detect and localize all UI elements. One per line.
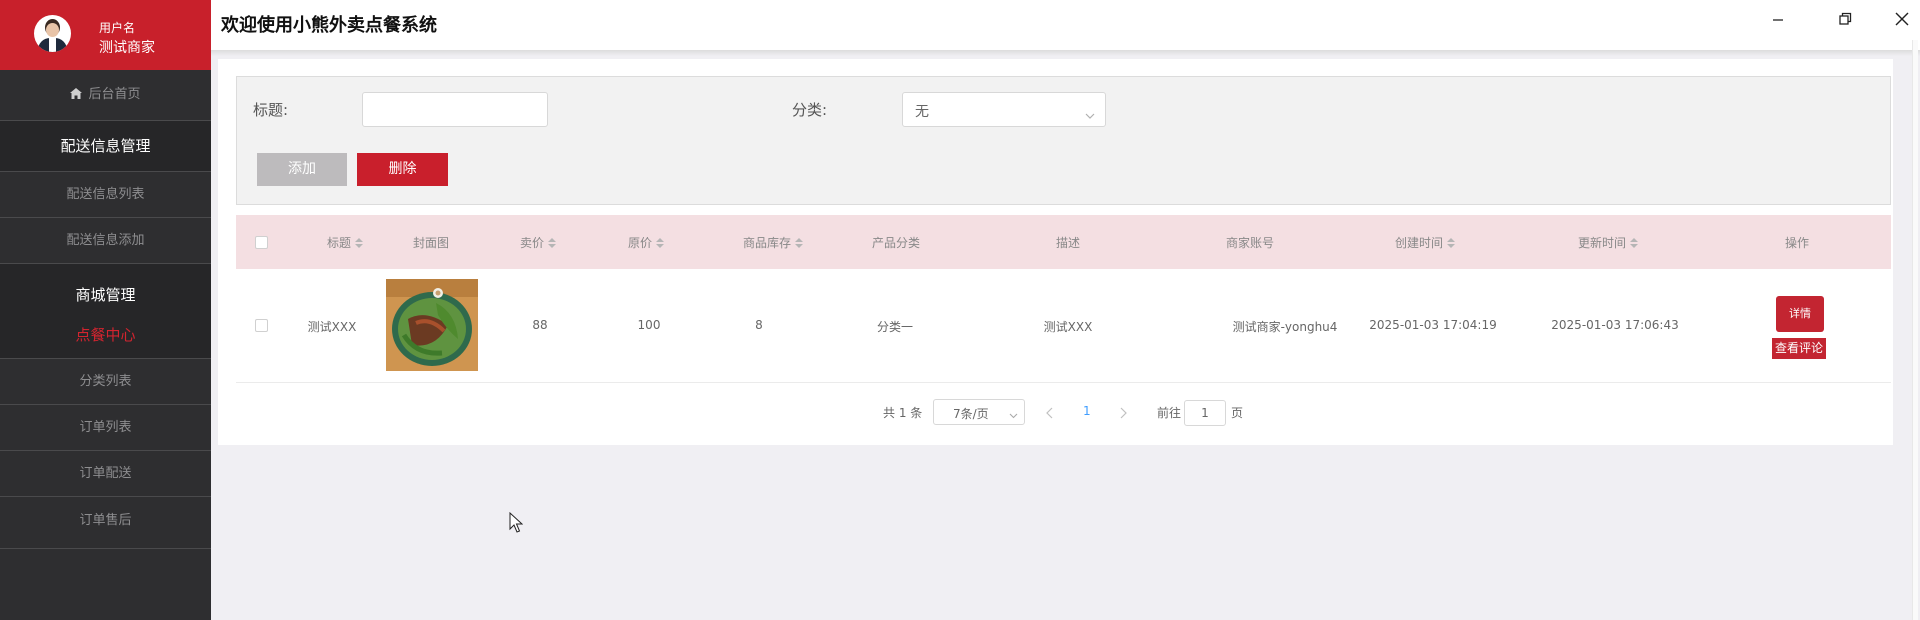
add-button[interactable]: 添加 (257, 153, 347, 186)
column-header-updated[interactable]: 更新时间 (1578, 234, 1639, 251)
chevron-down-icon (1085, 105, 1095, 124)
sidebar: 用户名 测试商家 后台首页 配送信息管理 配送信息列表 配送信息添加 商城管理 … (0, 0, 211, 620)
detail-button[interactable]: 详情 (1776, 296, 1824, 332)
category-select-value: 无 (915, 104, 929, 120)
sidebar-item-order-delivery[interactable]: 订单配送 (0, 451, 211, 497)
pagination-total: 共 1 条 (883, 406, 923, 420)
page-suffix: 页 (1231, 406, 1244, 420)
sort-icon[interactable] (548, 238, 557, 248)
column-header-description: 描述 (1055, 236, 1081, 250)
cell-description: 测试XXX (1043, 320, 1093, 334)
column-header-stock[interactable]: 商品库存 (743, 234, 804, 251)
select-all-checkbox[interactable] (255, 236, 268, 249)
sort-icon[interactable] (1447, 238, 1456, 248)
sidebar-group-mall[interactable]: 商城管理 (0, 264, 211, 314)
page-size-select[interactable]: 7条/页 (933, 399, 1025, 425)
delete-button[interactable]: 删除 (357, 153, 448, 186)
sidebar-item-category-list[interactable]: 分类列表 (0, 359, 211, 405)
column-header-title[interactable]: 标题 (327, 234, 364, 251)
title-label: 标题: (253, 101, 289, 119)
user-profile: 用户名 测试商家 (0, 0, 211, 70)
column-header-category: 产品分类 (871, 236, 921, 250)
sort-icon[interactable] (355, 238, 364, 248)
category-select[interactable]: 无 (902, 92, 1106, 127)
sidebar-item-delivery-add[interactable]: 配送信息添加 (0, 218, 211, 264)
search-panel: 标题: 分类: 无 添加 删除 (236, 76, 1891, 205)
column-header-cover: 封面图 (412, 236, 450, 250)
column-header-price[interactable]: 卖价 (520, 234, 557, 251)
home-icon (70, 88, 83, 99)
sort-icon[interactable] (1630, 238, 1639, 248)
cell-merchant: 测试商家-yonghu4 (1232, 320, 1338, 334)
cell-original-price: 100 (637, 318, 661, 332)
mouse-cursor-icon (509, 511, 524, 538)
avatar[interactable] (34, 15, 71, 52)
header: 欢迎使用小熊外卖点餐系统 (211, 0, 1920, 52)
table-row: 测试XXX 88 100 8 分类一 测试XXX 测试商家-yonghu4 20… (236, 269, 1891, 383)
sidebar-item-dishes[interactable]: 点餐中心 (0, 314, 211, 359)
page-title: 欢迎使用小熊外卖点餐系统 (221, 15, 437, 36)
cell-created: 2025-01-03 17:04:19 (1369, 318, 1497, 332)
category-label: 分类: (792, 101, 828, 119)
goto-page-input[interactable] (1184, 400, 1226, 426)
cell-category: 分类一 (876, 320, 914, 334)
sidebar-item-delivery-list[interactable]: 配送信息列表 (0, 172, 211, 218)
title-input[interactable] (362, 92, 548, 127)
page-size-value: 7条/页 (953, 407, 989, 421)
sort-icon[interactable] (656, 238, 665, 248)
column-header-merchant: 商家账号 (1225, 236, 1275, 250)
cover-image[interactable] (386, 279, 478, 371)
prev-page-icon[interactable] (1045, 404, 1055, 423)
chevron-down-icon (1009, 408, 1018, 422)
username-label: 用户名 (99, 21, 136, 35)
sidebar-item-home[interactable]: 后台首页 (0, 70, 211, 121)
header-shadow (211, 50, 1920, 56)
cell-price: 88 (532, 318, 548, 332)
sort-icon[interactable] (795, 238, 804, 248)
next-page-icon[interactable] (1118, 404, 1128, 423)
view-reviews-button[interactable]: 查看评论 (1772, 338, 1826, 359)
shop-name: 测试商家 (99, 40, 155, 56)
close-icon[interactable] (1891, 8, 1913, 30)
column-header-created[interactable]: 创建时间 (1395, 234, 1456, 251)
goto-label: 前往 (1157, 406, 1182, 420)
restore-icon[interactable] (1834, 8, 1856, 30)
table-header: 标题 封面图 卖价 原价 商品库存 产品分类 描述 商家账号 创建时间 更新时间… (236, 215, 1891, 269)
current-page[interactable]: 1 (1083, 404, 1091, 418)
column-header-original-price[interactable]: 原价 (628, 234, 665, 251)
sidebar-group-delivery[interactable]: 配送信息管理 (0, 121, 211, 172)
sidebar-item-label: 后台首页 (88, 87, 141, 102)
cell-stock: 8 (755, 318, 763, 332)
row-checkbox[interactable] (255, 319, 268, 332)
cell-title: 测试XXX (307, 320, 357, 334)
scrollbar[interactable] (1912, 40, 1918, 620)
column-header-actions: 操作 (1784, 236, 1810, 250)
sidebar-item-order-list[interactable]: 订单列表 (0, 405, 211, 451)
sidebar-item-order-aftersale[interactable]: 订单售后 (0, 497, 211, 549)
minimize-icon[interactable] (1767, 8, 1789, 30)
cell-updated: 2025-01-03 17:06:43 (1551, 318, 1679, 332)
